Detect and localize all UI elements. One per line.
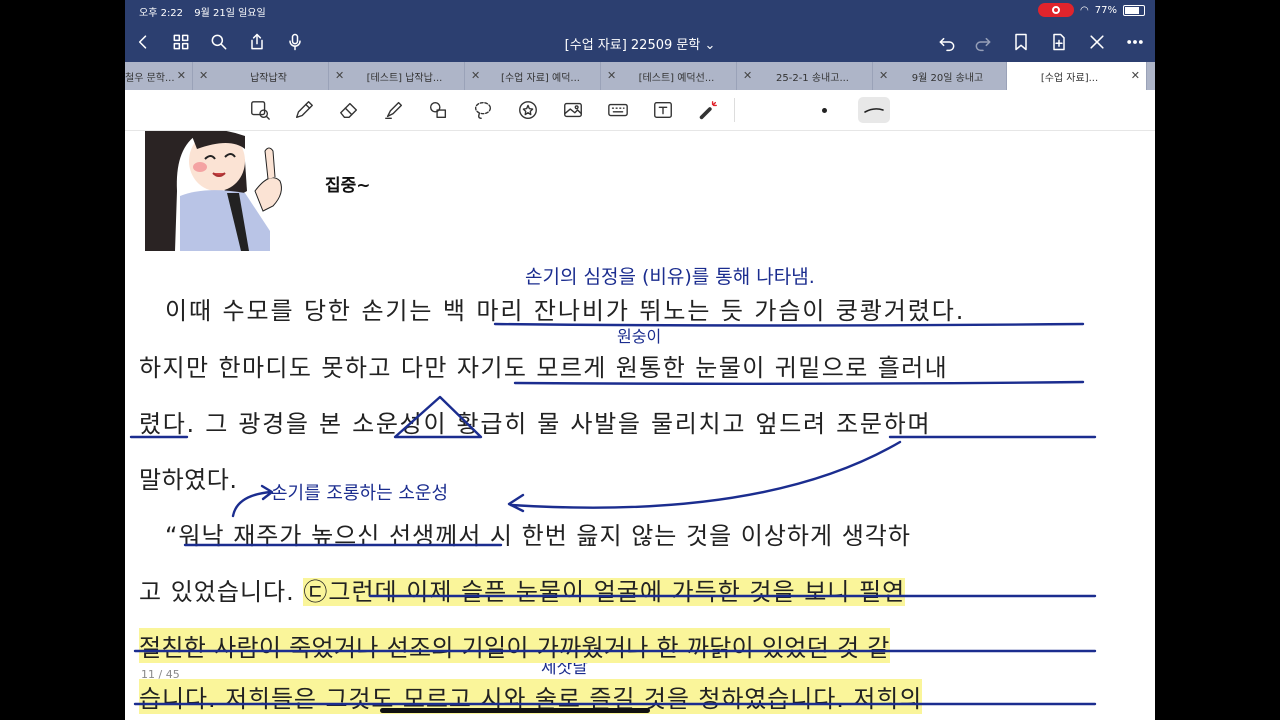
close-tab-icon[interactable]: ✕ [1131,69,1140,82]
underline-tears [513,380,1085,385]
close-tab-icon[interactable]: ✕ [199,69,208,82]
pen-icon[interactable] [292,98,316,122]
tab-label: 9월 20일 송내고 [911,72,984,84]
status-date: 9월 21일 일요일 [194,8,266,19]
tab-label: [수업 자료]... [1040,72,1099,84]
pen-toolbar [125,90,1155,131]
tab-2[interactable]: ✕ 납작납작 [193,62,329,90]
tab-label: 25-2-1 송내고... [776,72,849,84]
close-tab-icon[interactable]: ✕ [335,69,344,82]
close-tab-icon[interactable]: ✕ [177,69,186,82]
highlighter-icon[interactable] [382,98,406,122]
top-toolbar: [수업 자료] 22509 문학 ⌄ [125,22,1155,62]
arrow-hook [231,490,273,518]
laser-pointer-icon[interactable] [696,98,720,122]
stroke-size-dot[interactable] [822,108,827,113]
battery-percent: 77% [1094,4,1117,16]
tab-label: 철우 문학... [125,72,175,84]
add-page-icon[interactable] [1047,30,1071,54]
stroke-curve-icon [864,108,884,113]
document-tab-bar: 철우 문학... ✕ ✕ 납작납작 ✕ [테스트] 납작납... ✕ [수업 자료] 예… [125,62,1155,90]
tab-5[interactable]: ✕ [테스트] 예덕선... [601,62,737,90]
arrow-head [507,493,525,513]
wifi-icon: ◠ [1080,4,1089,16]
tab-label: [테스트] 납작납... [366,72,443,84]
redo-icon[interactable] [971,30,995,54]
sticker-icon[interactable] [516,98,540,122]
toolbar-divider [734,98,735,122]
tab-4[interactable]: ✕ [수업 자료] 예덕... [465,62,601,90]
document-title[interactable]: [수업 자료] 22509 문학 ⌄ [125,34,1155,53]
shapes-icon[interactable] [426,98,450,122]
lasso-icon[interactable] [471,98,495,122]
ink-annotations [129,322,1097,706]
more-icon[interactable] [1123,30,1147,54]
close-fullscreen-icon[interactable] [1085,30,1109,54]
text-box-icon[interactable] [651,98,675,122]
status-bar: 오후 2:22 9월 21일 일요일 ◠ 77% [125,0,1155,22]
eraser-icon[interactable] [337,98,361,122]
screen-record-icon [1038,3,1075,17]
close-tab-icon[interactable]: ✕ [471,69,480,82]
close-tab-icon[interactable]: ✕ [879,69,888,82]
bookmark-icon[interactable] [1009,30,1033,54]
undo-icon[interactable] [935,30,959,54]
underline-metaphor [493,322,1085,327]
close-tab-icon[interactable]: ✕ [743,69,752,82]
tab-active[interactable]: [수업 자료]... ✕ [1007,62,1147,90]
arrow-line [509,440,902,509]
tab-3[interactable]: ✕ [테스트] 납작납... [329,62,465,90]
keyboard-icon[interactable] [606,98,630,122]
tab-1[interactable]: 철우 문학... ✕ [125,62,193,90]
zoom-lasso-icon[interactable] [248,98,272,122]
tab-label: 납작납작 [250,72,287,84]
home-indicator [380,708,650,713]
status-time: 오후 2:22 [139,8,184,19]
tab-7[interactable]: ✕ 9월 20일 송내고 [873,62,1007,90]
tab-label: [수업 자료] 예덕... [501,72,580,84]
tab-label: [테스트] 예덕선... [638,72,715,84]
notes-app-window: 오후 2:22 9월 21일 일요일 ◠ 77% [수업 자료] 22509 문… [125,0,1155,720]
stroke-style-selector[interactable] [858,97,890,123]
battery-icon [1123,4,1145,16]
tab-6[interactable]: ✕ 25-2-1 송내고... [737,62,873,90]
document-page[interactable]: 집중~ 손기의 심정을 (비유)를 통해 나타냄. 원숭이 손기를 조롱하는 소… [125,131,1155,720]
triangle-mark-sounseong [393,395,483,439]
close-tab-icon[interactable]: ✕ [607,69,616,82]
image-icon[interactable] [561,98,585,122]
